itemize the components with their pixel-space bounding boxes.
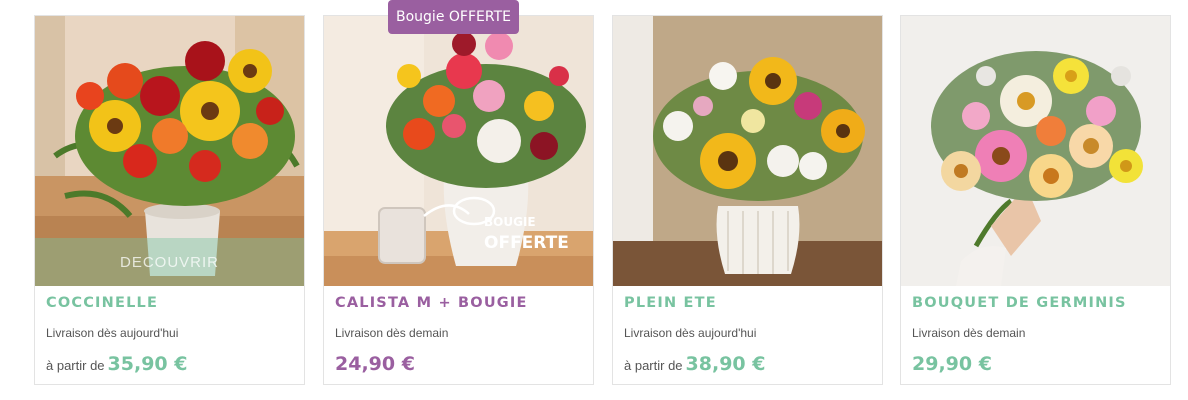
product-price: 35,90 € — [107, 353, 188, 375]
product-photo-plein-ete[interactable] — [613, 16, 882, 286]
product-price: 29,90 € — [912, 353, 992, 375]
product-card-germinis[interactable]: BOUQUET DE GERMINIS Livraison dès demain… — [900, 15, 1171, 385]
price-row: à partir de 38,90 € — [624, 353, 765, 375]
bouquet-with-candle-photo: BOUGIE OFFERTE — [324, 16, 593, 286]
product-card-calista[interactable]: Bougie OFFERTE BOUGIE OFFERTE CALISTA M … — [323, 0, 594, 385]
promo-badge: Bougie OFFERTE — [388, 0, 519, 34]
price-row: 29,90 € — [912, 353, 992, 375]
product-photo-germinis[interactable] — [901, 16, 1170, 286]
price-row: à partir de 35,90 € — [46, 353, 187, 375]
product-price: 24,90 € — [335, 353, 415, 375]
product-name[interactable]: CALISTA M + BOUGIE — [335, 295, 528, 311]
delivery-info: Livraison dès demain — [335, 326, 449, 340]
candle-image-text-2: OFFERTE — [484, 233, 569, 253]
discover-overlay[interactable]: DECOUVRIR — [35, 238, 304, 286]
product-price: 38,90 € — [685, 353, 766, 375]
price-prefix: à partir de — [624, 358, 683, 373]
discover-label: DECOUVRIR — [119, 253, 219, 271]
delivery-info: Livraison dès aujourd'hui — [46, 326, 179, 340]
product-card-plein-ete[interactable]: PLEIN ETE Livraison dès aujourd'hui à pa… — [612, 15, 883, 385]
delivery-info: Livraison dès demain — [912, 326, 1026, 340]
product-card-coccinelle[interactable]: DECOUVRIR COCCINELLE Livraison dès aujou… — [34, 15, 305, 385]
price-prefix: à partir de — [46, 358, 105, 373]
product-photo-calista[interactable]: BOUGIE OFFERTE — [324, 16, 593, 286]
product-grid: DECOUVRIR COCCINELLE Livraison dès aujou… — [34, 0, 1172, 385]
candle-image-text-1: BOUGIE — [484, 215, 536, 229]
product-photo-coccinelle[interactable]: DECOUVRIR — [35, 16, 304, 286]
delivery-info: Livraison dès aujourd'hui — [624, 326, 757, 340]
product-name[interactable]: PLEIN ETE — [624, 295, 717, 311]
bouquet-sunflowers-photo — [613, 16, 882, 286]
price-row: 24,90 € — [335, 353, 415, 375]
bouquet-germinis-photo — [901, 16, 1170, 286]
product-name[interactable]: BOUQUET DE GERMINIS — [912, 295, 1127, 311]
product-name[interactable]: COCCINELLE — [46, 295, 158, 311]
